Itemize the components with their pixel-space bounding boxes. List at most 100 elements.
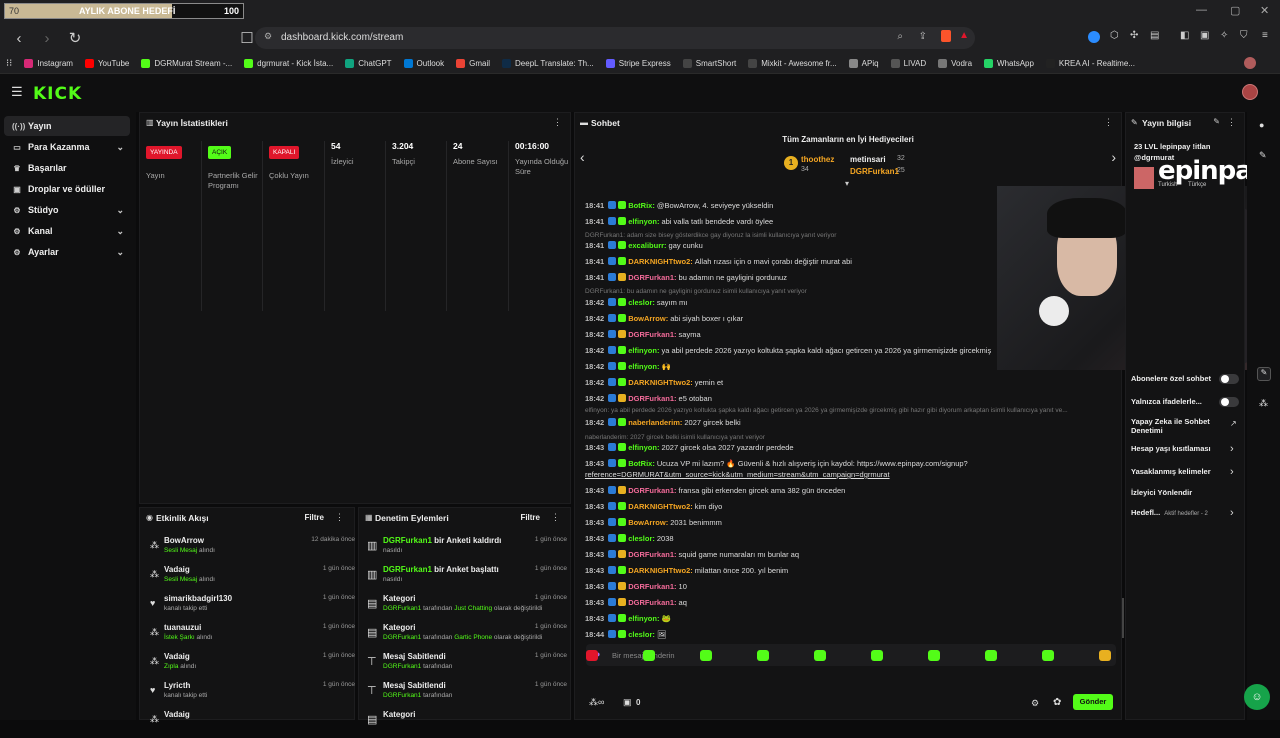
extension-icon[interactable]: [1088, 31, 1100, 43]
sidebar-item-para-kazanma[interactable]: ▭ Para Kazanma ⌄: [4, 137, 130, 157]
sidebar-toggle-icon[interactable]: ◧: [1180, 30, 1189, 41]
chat-username[interactable]: cleslor:: [628, 534, 655, 543]
setting-1[interactable]: Yalnızca ifadelerle...: [1131, 397, 1221, 406]
chat-message[interactable]: 18:43 cleslor: 2038: [585, 534, 997, 543]
bookmark-item[interactable]: Outlook: [403, 59, 444, 68]
gifter-name[interactable]: thoothez: [801, 155, 834, 164]
close-icon[interactable]: ✕: [1260, 4, 1269, 17]
kick-logo[interactable]: KICK: [33, 84, 82, 104]
chat-message[interactable]: 18:43 elfinyon: 🐸: [585, 614, 997, 623]
chat-message[interactable]: 18:42 elfinyon: ya abil perdede 2026 yazıy…: [585, 346, 997, 355]
brave-shield-icon[interactable]: [941, 30, 951, 42]
bookmark-item[interactable]: dgrmurat - Kick İsta...: [244, 59, 333, 68]
bookmark-item[interactable]: DGRMurat Stream -...: [141, 59, 232, 68]
chat-username[interactable]: cleslor:: [628, 298, 655, 307]
minimize-icon[interactable]: —: [1196, 4, 1207, 16]
more-icon[interactable]: ⋮: [1227, 117, 1236, 128]
chat-username[interactable]: DGRFurkan1:: [628, 582, 676, 591]
apps-icon[interactable]: ⁝⁝: [6, 58, 12, 69]
chat-message[interactable]: 18:41 BotRix: @BowArrow, 4. seviyeye yükse…: [585, 201, 997, 210]
chat-message[interactable]: 18:43 DARKNIGHTtwo2: milattan önce 200. yı…: [585, 566, 997, 575]
chat-message[interactable]: 18:42 elfinyon: 🙌: [585, 362, 997, 371]
chat-username[interactable]: DGRFurkan1:: [628, 550, 676, 559]
chat-username[interactable]: DARKNIGHTtwo2:: [628, 566, 693, 575]
gift-icon[interactable]: ▣: [623, 697, 632, 708]
chat-username[interactable]: excaliburr:: [628, 241, 666, 250]
site-info-icon[interactable]: ⚙: [264, 31, 272, 42]
emote-icon[interactable]: [985, 650, 997, 661]
user-avatar[interactable]: [1242, 84, 1258, 100]
more-icon[interactable]: ⋮: [1104, 117, 1113, 128]
emote-icon[interactable]: [586, 650, 598, 661]
chat-username[interactable]: BotRix:: [628, 201, 655, 210]
moderation-filter-button[interactable]: Filtre: [520, 513, 540, 522]
chevron-down-icon[interactable]: ⌄: [116, 226, 124, 237]
chat-username[interactable]: BowArrow:: [628, 518, 668, 527]
points-icon[interactable]: ⁂∞: [589, 697, 604, 708]
setting-2[interactable]: Yapay Zeka ile Sohbet Denetimi: [1131, 417, 1221, 435]
activity-row[interactable]: ⁂ BowArrow Sesli Mesaj alındı 12 dakika önc…: [150, 536, 355, 564]
chat-message[interactable]: 18:43 DGRFurkan1: aq: [585, 598, 997, 607]
chat-message[interactable]: 18:41 elfinyon: abi valla tatlı bendede va…: [585, 217, 997, 226]
chevron-down-icon[interactable]: ⌄: [116, 205, 124, 216]
bookmark-item[interactable]: LIVAD: [890, 59, 926, 68]
chat-link-cont[interactable]: reference=DGRMURAT&utm_source=kick&utm_m…: [585, 470, 1115, 479]
bookmark-item[interactable]: DeepL Translate: Th...: [502, 59, 594, 68]
setting-4[interactable]: Yasaklanmış kelimeler: [1131, 467, 1221, 476]
wallet-icon[interactable]: ▤: [1150, 30, 1159, 41]
moderation-row[interactable]: ▤ Kategori DGRFurkan1 tarafından Just Chat…: [367, 594, 567, 622]
chat-message[interactable]: 18:42 DGRFurkan1: sayma: [585, 330, 997, 339]
next-icon[interactable]: ›: [1111, 149, 1116, 165]
prev-icon[interactable]: ‹: [580, 149, 585, 165]
bookmark-item[interactable]: APiq: [848, 59, 879, 68]
chat-message[interactable]: 18:43 DGRFurkan1: fransa gibi erkenden gir…: [585, 486, 997, 495]
chat-username[interactable]: DGRFurkan1:: [628, 273, 676, 282]
emote-icon[interactable]: [871, 650, 883, 661]
menu-icon[interactable]: ≡: [1262, 30, 1268, 41]
chat-message[interactable]: 18:42 naberlanderim: 2027 gircek belki: [585, 418, 997, 427]
pen-icon[interactable]: ✎: [1259, 150, 1267, 161]
activity-row[interactable]: ⁂ Vadaig Zıpla alındı 1 gün önce: [150, 652, 355, 680]
moderation-row[interactable]: ▥ DGRFurkan1 bir Anket başlattı nasıldı 1 g…: [367, 565, 567, 593]
chat-message[interactable]: 18:41 DGRFurkan1: bu adamın ne gayligini g…: [585, 273, 997, 282]
sidebar-item-droplar-ve-ödüller[interactable]: ▣ Droplar ve ödüller: [4, 179, 130, 199]
chevron-right-icon[interactable]: ›: [1230, 443, 1234, 455]
bookmark-item[interactable]: Stripe Express: [605, 59, 671, 68]
expand-icon[interactable]: ▾: [845, 179, 849, 188]
emote-icon[interactable]: [814, 650, 826, 661]
chevron-down-icon[interactable]: ⌄: [116, 142, 124, 153]
chat-username[interactable]: elfinyon:: [628, 443, 659, 452]
bookmark-item[interactable]: Gmail: [456, 59, 490, 68]
activity-row[interactable]: ⁂ Vadaig Sesli Mesaj alındı 1 gün önce: [150, 565, 355, 593]
rewards-icon[interactable]: ▲: [959, 30, 969, 41]
ai-icon[interactable]: ✧: [1220, 30, 1228, 41]
sidebar-item-ayarlar[interactable]: ⚙ Ayarlar ⌄: [4, 242, 130, 262]
emote-icon[interactable]: [757, 650, 769, 661]
emote-icon[interactable]: [1099, 650, 1111, 661]
send-button[interactable]: Gönder: [1073, 694, 1113, 710]
chat-username[interactable]: DARKNIGHTtwo2:: [628, 502, 693, 511]
setting-6[interactable]: Hedefl... Aktif hedefler - 2: [1131, 508, 1221, 519]
chat-message[interactable]: 18:42 DARKNIGHTtwo2: yemin et: [585, 378, 997, 387]
bookmark-item[interactable]: WhatsApp: [984, 59, 1034, 68]
hamburger-menu-icon[interactable]: ☰: [11, 84, 23, 100]
chat-message[interactable]: 18:42 cleslor: sayım mı: [585, 298, 997, 307]
chat-username[interactable]: BotRix:: [628, 459, 655, 468]
zoom-icon[interactable]: ⌕: [897, 31, 903, 42]
chat-message[interactable]: 18:42 BowArrow: abi siyah boxer ı çıkar: [585, 314, 997, 323]
bookmark-item[interactable]: Instagram: [24, 59, 73, 68]
nodes-icon[interactable]: ⁂: [1259, 398, 1268, 409]
puzzle-icon[interactable]: ✣: [1130, 30, 1138, 41]
bookmark-item[interactable]: Mixkit - Awesome fr...: [748, 59, 837, 68]
reload-icon[interactable]: ↻: [66, 29, 84, 47]
chat-message[interactable]: 18:41 DARKNIGHTtwo2: Allah rızası için o m…: [585, 257, 997, 266]
emote-icon[interactable]: [700, 650, 712, 661]
emote-icon[interactable]: [1042, 650, 1054, 661]
activity-row[interactable]: ♥ Lyricth kanalı takip etti 1 gün önce: [150, 681, 355, 709]
more-icon[interactable]: ⋮: [551, 512, 560, 523]
chat-username[interactable]: naberlanderim:: [628, 418, 682, 427]
setting-3[interactable]: Hesap yaşı kısıtlaması: [1131, 444, 1221, 453]
activity-row[interactable]: ♥ simarikbadgirl130 kanalı takip etti 1 gün…: [150, 594, 355, 622]
sidebar-item-stüdyo[interactable]: ⚙ Stüdyo ⌄: [4, 200, 130, 220]
support-chat-icon[interactable]: ☺: [1244, 684, 1270, 710]
